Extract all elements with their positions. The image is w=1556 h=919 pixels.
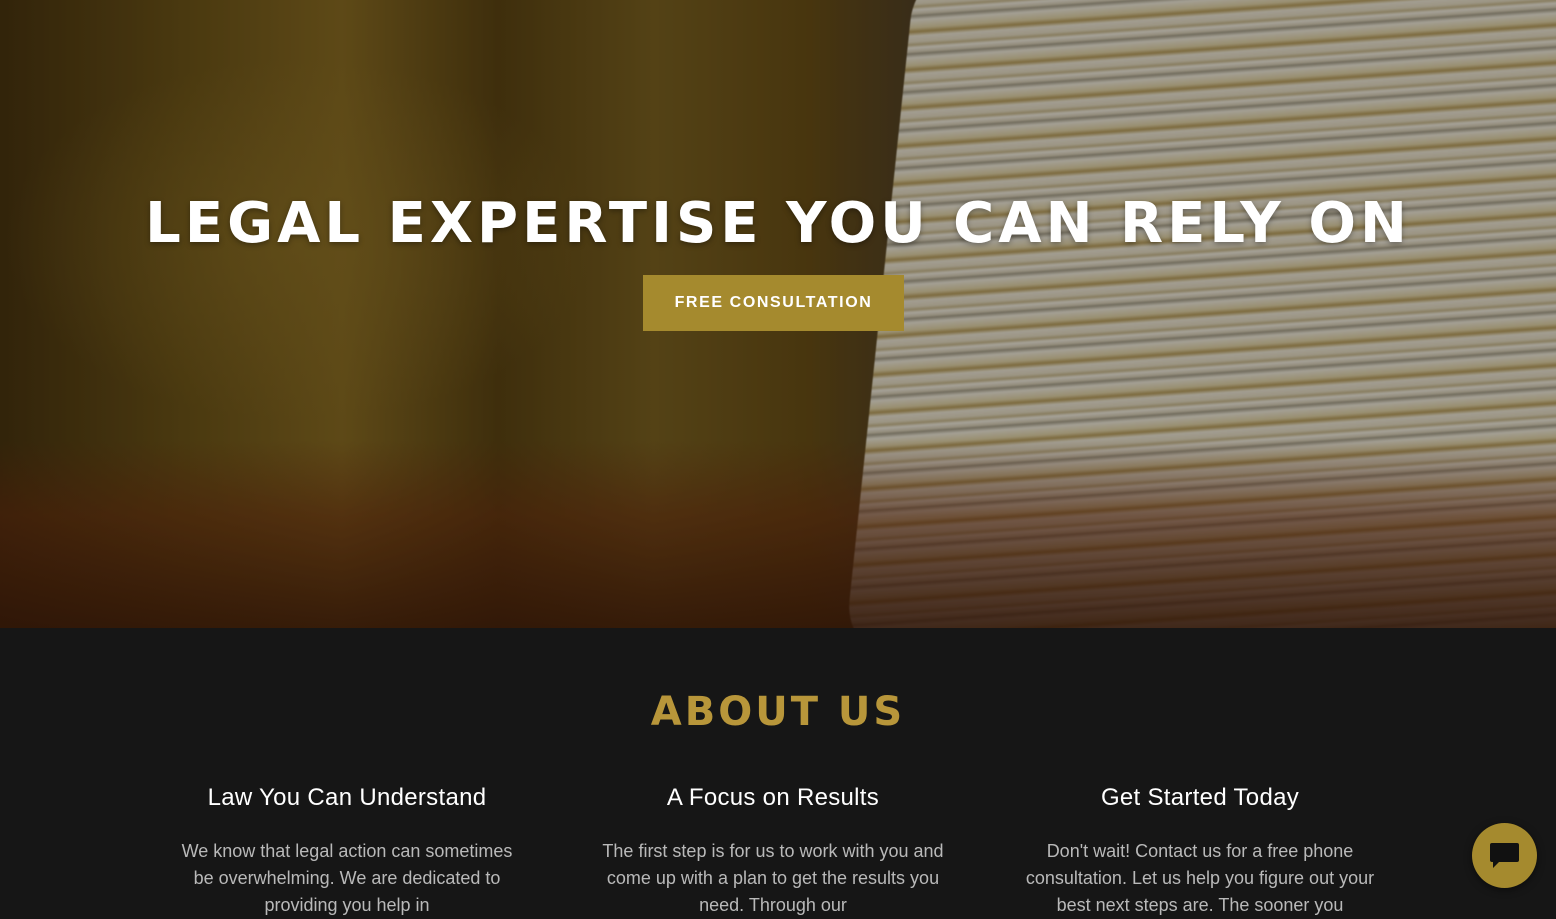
about-column-results: A Focus on Results The first step is for…: [583, 778, 963, 919]
hero-title: LEGAL EXPERTISE YOU CAN RELY ON: [145, 191, 1411, 256]
about-section: ABOUT US Law You Can Understand We know …: [0, 628, 1556, 915]
about-column-law: Law You Can Understand We know that lega…: [157, 778, 537, 919]
about-column-heading: A Focus on Results: [666, 784, 880, 811]
about-title: ABOUT US: [650, 689, 906, 735]
about-column-text: The first step is for us to work with yo…: [602, 841, 944, 915]
about-column-text: Don't wait! Contact us for a free phone …: [1025, 841, 1375, 915]
free-consultation-button[interactable]: FREE CONSULTATION: [643, 275, 904, 331]
chat-bubble-icon: [1490, 843, 1519, 868]
hero-section: LEGAL EXPERTISE YOU CAN RELY ON FREE CON…: [0, 0, 1556, 628]
about-column-heading: Get Started Today: [1100, 784, 1300, 811]
about-column-heading: Law You Can Understand: [207, 784, 487, 811]
chat-button[interactable]: [1472, 823, 1537, 888]
about-column-text: We know that legal action can sometimes …: [181, 841, 513, 915]
about-column-get-started: Get Started Today Don't wait! Contact us…: [1010, 778, 1390, 919]
